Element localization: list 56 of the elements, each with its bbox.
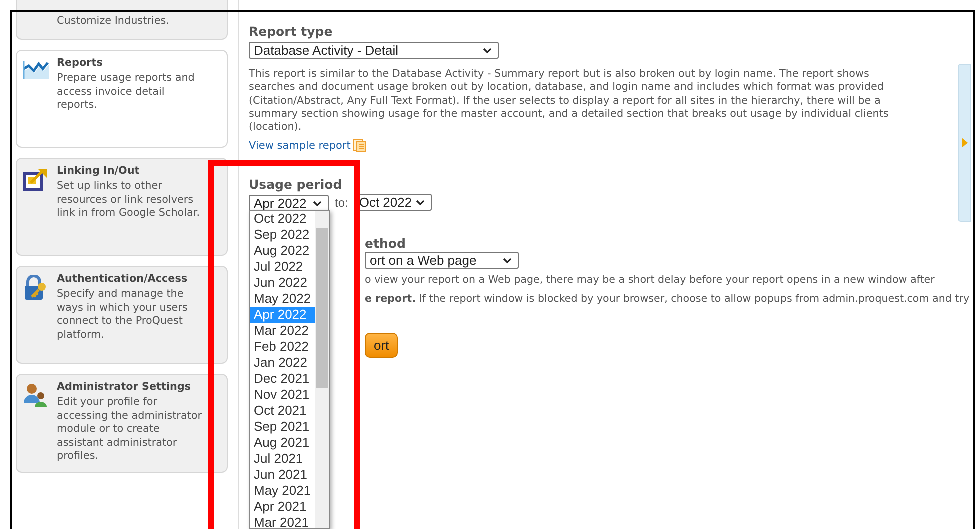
sidebar-card[interactable]: Linking In/Out Set up links to other resources or link resolvers link in from Google Scholar. — [16, 158, 228, 256]
report-type-select[interactable]: Database Activity - Detail — [249, 42, 499, 59]
caret-icon — [503, 258, 512, 264]
delivery-note: e report. If the report window is blocked by your browser, choose to allow popups from admin.proquest.com and try — [365, 292, 970, 308]
sidebar-card[interactable]: Customize Industries. — [16, 0, 228, 40]
month-option[interactable]: Oct 2022 — [250, 211, 315, 228]
card-title: Authentication/Access — [57, 273, 189, 285]
delivery-select[interactable]: ort on a Web page — [365, 252, 519, 270]
month-option[interactable]: Feb 2022 — [250, 339, 315, 356]
chart-icon — [23, 59, 49, 79]
card-description: Specify and manage the ways in which your users connect to the ProQuest platform. — [57, 288, 189, 342]
report-description: This report is similar to the Database Activity - Summary report but is also broken out by login name. The report shows searches and document usage broken out by location, database, and login name and includes which format was provided (Citation/Abstract, Any Full Text Format). If the user selects to display a report for all sites in the hierarchy, there will be a summary section showing usage for the master account, and a detailed section that breaks out usage by individual clients (location). — [249, 68, 890, 134]
month-option[interactable]: Jun 2021 — [250, 467, 315, 484]
card-title: Reports — [57, 57, 104, 69]
month-option[interactable]: May 2021 — [250, 483, 315, 500]
month-option[interactable]: Sep 2021 — [250, 419, 315, 436]
month-option[interactable]: Nov 2021 — [250, 387, 315, 404]
month-option[interactable]: Mar 2021 — [250, 515, 315, 528]
expand-icon — [962, 138, 968, 148]
section-heading: Report type — [249, 24, 334, 39]
month-option[interactable]: Mar 2022 — [250, 323, 315, 340]
card-title: Linking In/Out — [57, 165, 141, 177]
side-panel-tab[interactable] — [958, 64, 971, 222]
month-option[interactable]: May 2022 — [250, 291, 315, 308]
month-option[interactable]: Jun 2022 — [250, 275, 315, 292]
sidebar-card[interactable]: Reports Prepare usage reports and access invoice detail reports. — [16, 50, 228, 148]
card-description: Customize Industries. — [57, 15, 170, 28]
month-option[interactable]: Oct 2021 — [250, 403, 315, 420]
month-option[interactable]: Dec 2021 — [250, 371, 315, 388]
to-label: to: — [335, 196, 348, 210]
month-option[interactable]: Jan 2022 — [250, 355, 315, 372]
users-icon — [23, 383, 49, 407]
delivery-note: o view your report on a Web page, there may be a short delay before your report opens in a new window after — [365, 273, 935, 288]
card-description: Prepare usage reports and access invoice detail reports. — [57, 72, 196, 112]
card-description: Edit your profile for accessing the administrator module or to create assistant administrator profiles. — [57, 396, 203, 464]
month-option[interactable]: Jul 2021 — [250, 451, 315, 468]
month-option[interactable]: Apr 2021 — [250, 499, 315, 516]
month-option[interactable]: Aug 2021 — [250, 435, 315, 452]
month-option[interactable]: Aug 2022 — [250, 243, 315, 260]
card-title: Administrator Settings — [57, 381, 192, 393]
sidebar-card[interactable]: Administrator Settings Edit your profile for accessing the administrator module or to create assistant administrator profiles. — [16, 374, 228, 472]
month-option[interactable]: Jul 2022 — [250, 259, 315, 276]
scrollbar[interactable] — [315, 211, 329, 528]
caret-icon — [313, 200, 322, 207]
link-icon — [23, 167, 49, 191]
section-heading: ethod — [365, 236, 406, 252]
sidebar-card[interactable]: Authentication/Access Specify and manage the ways in which your users connect to the ProQuest platform. — [16, 266, 228, 364]
lock-key-icon — [23, 275, 49, 301]
document-icon — [352, 139, 367, 154]
month-option[interactable]: Sep 2022 — [250, 227, 315, 244]
sample-report-link[interactable]: View sample report — [249, 139, 367, 154]
section-heading: Usage period — [249, 177, 344, 192]
card-description: Set up links to other resources or link resolvers link in from Google Scholar. — [57, 180, 202, 220]
caret-icon — [416, 200, 426, 206]
run-report-button[interactable]: ort — [365, 333, 398, 358]
caret-icon — [483, 48, 492, 54]
